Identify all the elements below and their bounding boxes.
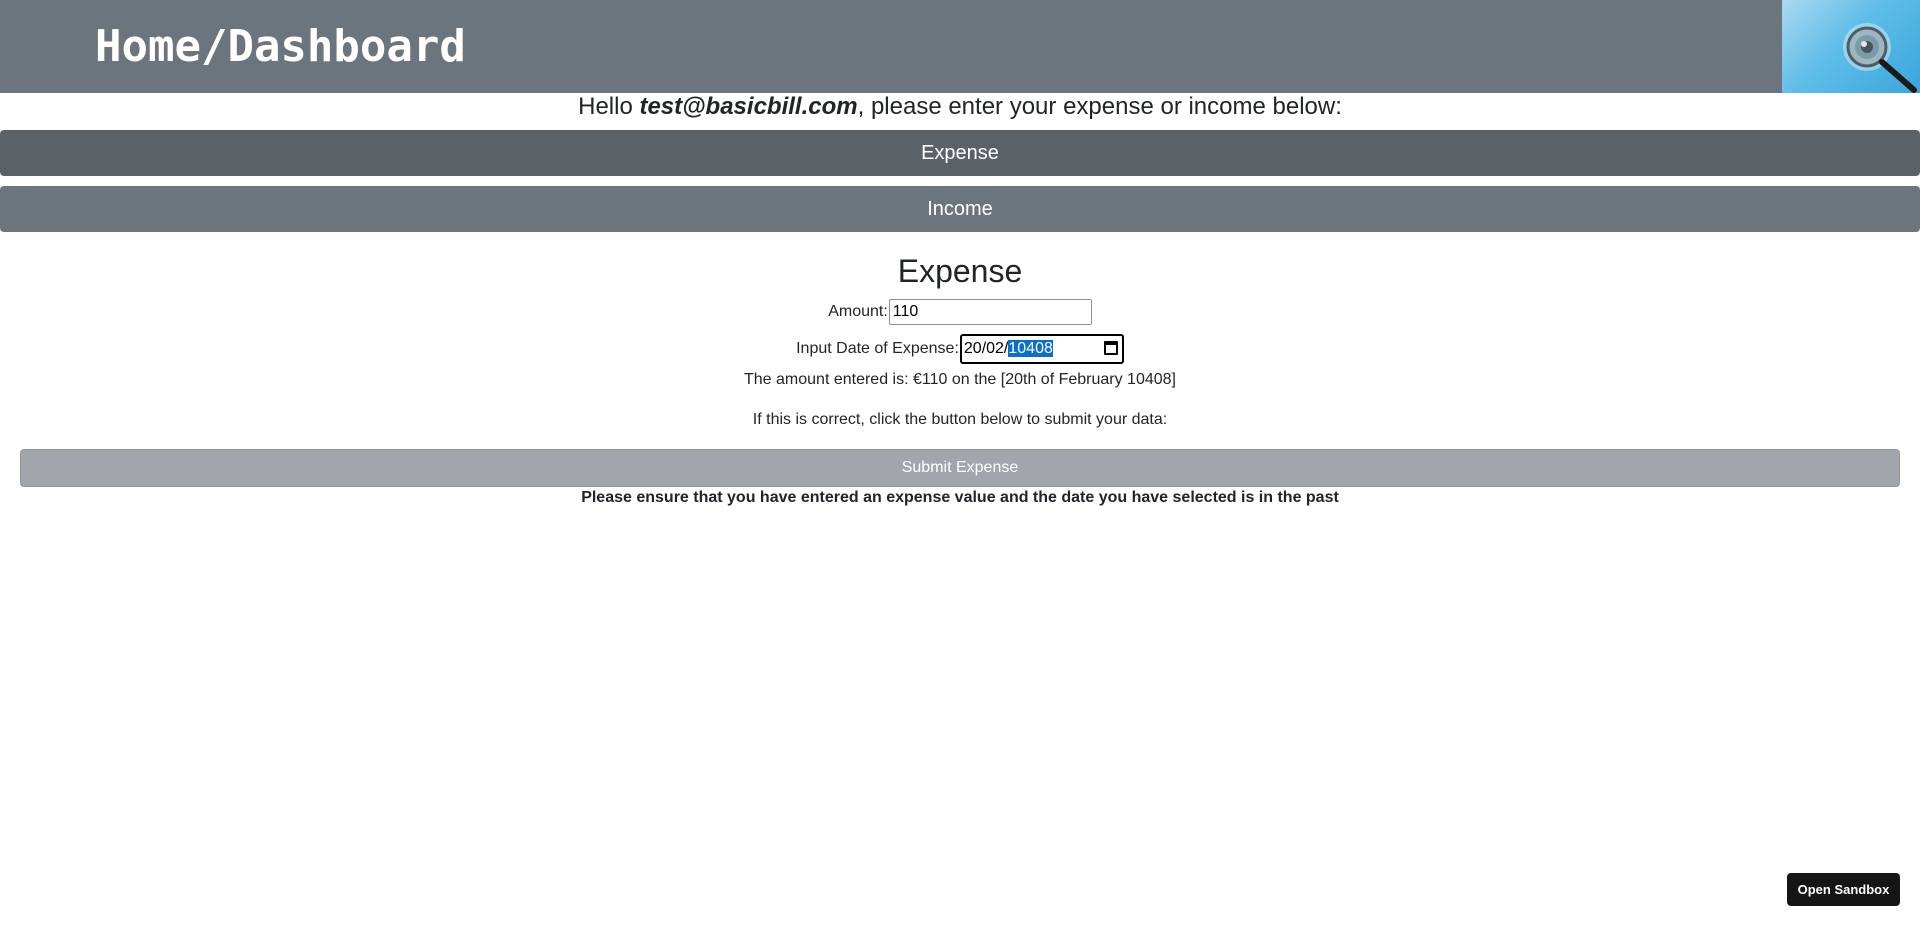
magnifying-glass-icon [1782,0,1920,93]
date-row: Input Date of Expense: 20/02/10408 [0,334,1920,364]
calendar-icon[interactable] [1103,341,1118,355]
date-day-month: 20/02/ [963,340,1009,357]
date-label: Input Date of Expense: [796,340,959,357]
user-email: test@basicbill.com [639,93,858,120]
date-input[interactable]: 20/02/10408 [959,334,1124,364]
section-title: Expense [897,253,1023,289]
expense-tab-button[interactable]: Expense [0,130,1920,176]
amount-row: Amount: [0,299,1920,325]
submit-expense-button[interactable]: Submit Expense [20,449,1900,487]
header-bar: Home/Dashboard [0,0,1920,93]
greeting-text: Hello test@basicbill.com, please enter y… [0,92,1920,122]
open-sandbox-button[interactable]: Open Sandbox [1787,873,1900,906]
date-year-selected: 10408 [1008,340,1053,357]
confirm-instruction: If this is correct, click the button bel… [752,411,1168,428]
page-title: Home/Dashboard [95,21,466,72]
validation-warning: Please ensure that you have entered an e… [581,489,1339,506]
income-tab-button[interactable]: Income [0,186,1920,232]
amount-input[interactable] [888,299,1092,325]
greeting-prefix: Hello [578,93,640,120]
amount-summary: The amount entered is: €110 on the [20th… [744,371,1176,388]
amount-label: Amount: [828,303,888,320]
greeting-suffix: , please enter your expense or income be… [857,93,1342,120]
